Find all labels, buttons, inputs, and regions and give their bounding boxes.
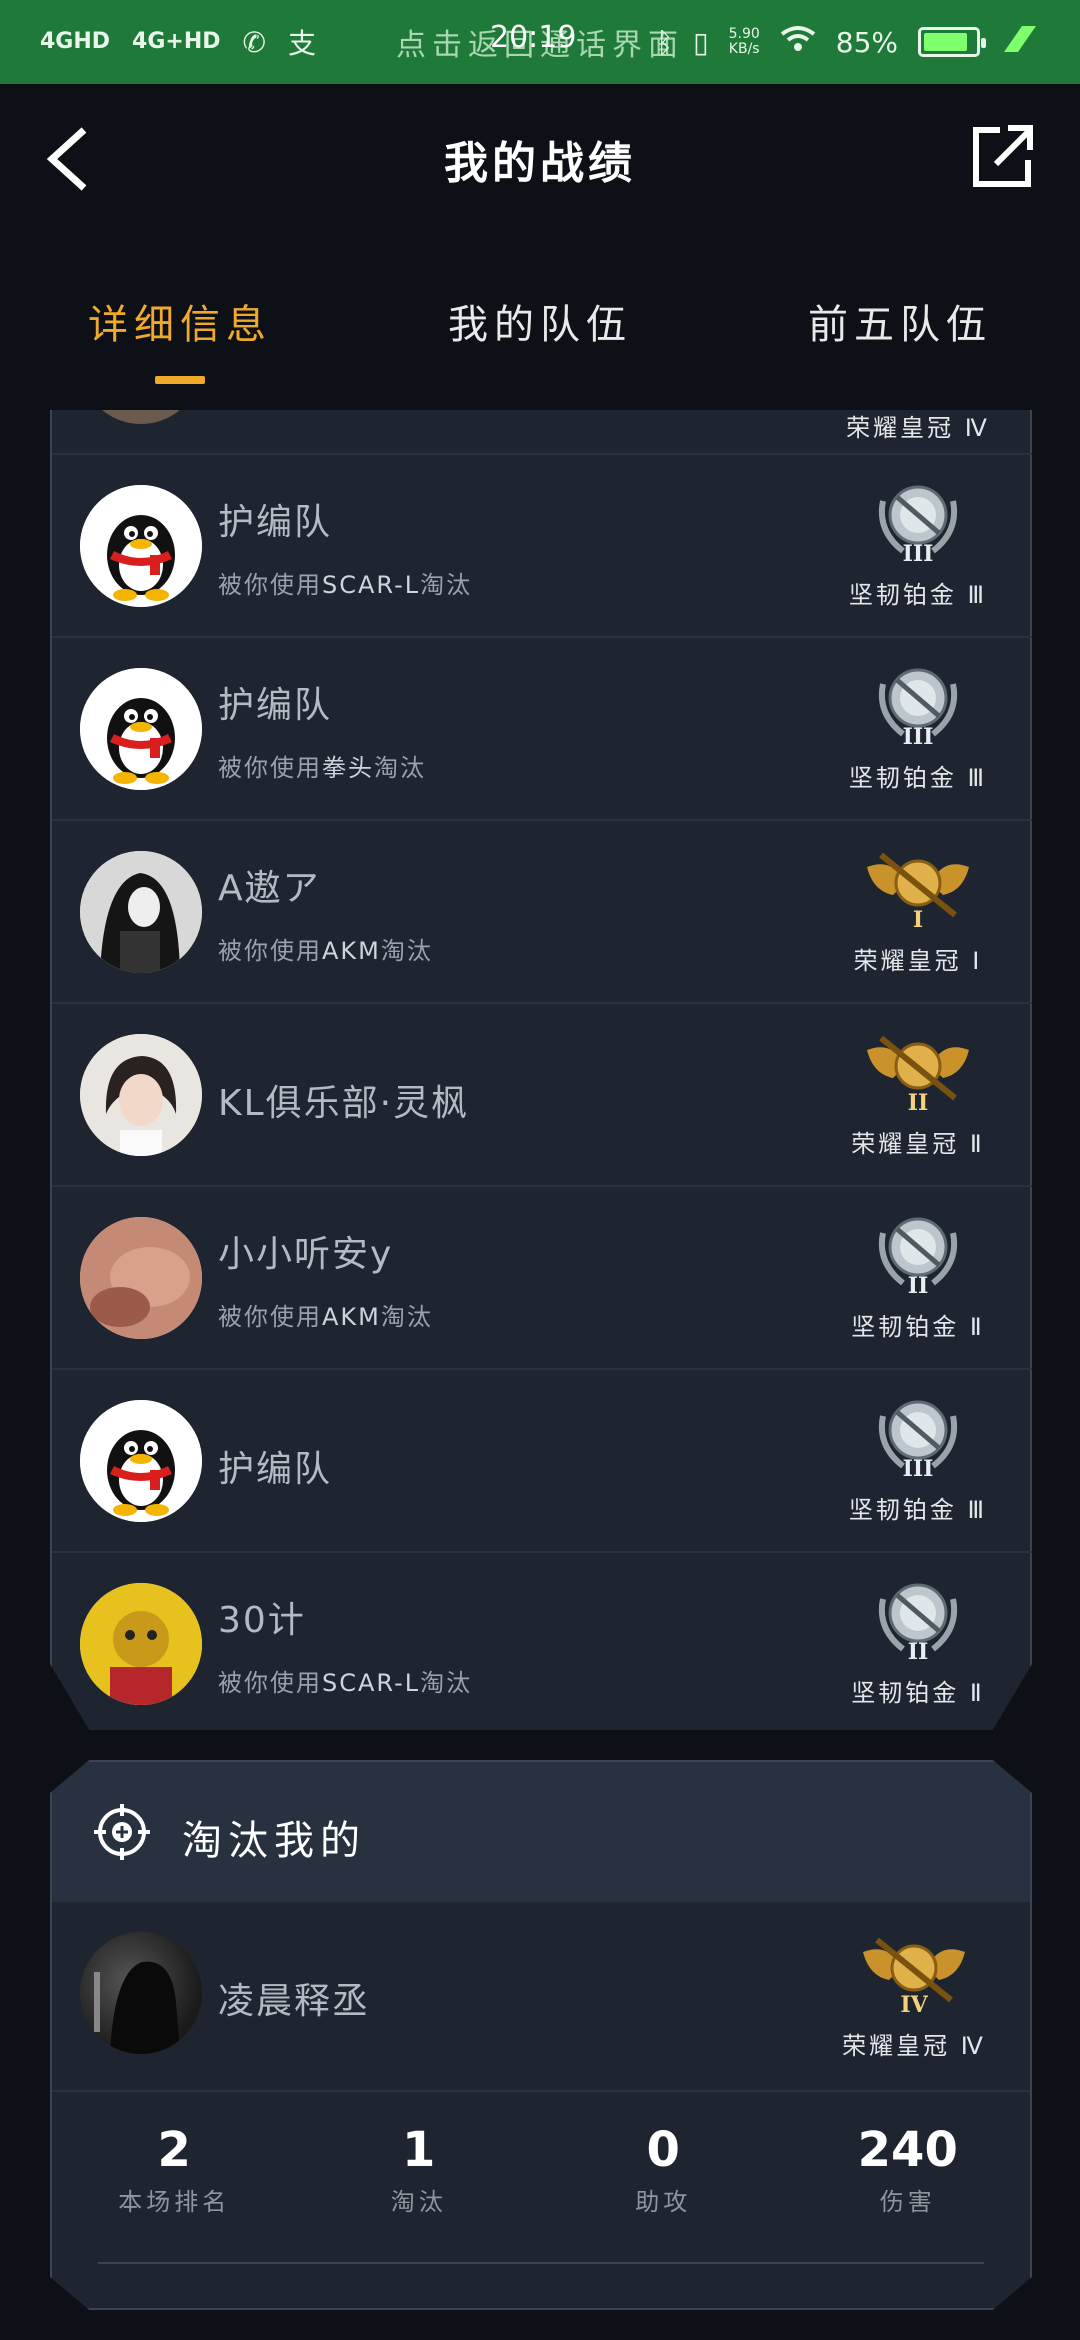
network-speed: 5.90 KB/s	[728, 26, 760, 57]
clock: 20:19	[490, 20, 577, 55]
list-item[interactable]: 护编队 III 坚韧铂金 Ⅲ	[52, 1370, 1032, 1553]
page-title: 我的战绩	[444, 138, 636, 189]
eliminated-by-header: 淘汰我的	[52, 1762, 1030, 1902]
rank-label: 荣耀皇冠 Ⅳ	[846, 414, 990, 442]
rank-label: 坚韧铂金 Ⅲ	[848, 581, 988, 609]
rank: III 坚韧铂金 Ⅲ	[838, 471, 998, 610]
rank: II 坚韧铂金 Ⅱ	[838, 1203, 998, 1342]
list-item[interactable]: 护编队被你使用拳头淘汰 III 坚韧铂金 Ⅲ	[52, 638, 1032, 821]
eliminated-by-title: 淘汰我的	[182, 1818, 366, 1864]
svg-text:II: II	[908, 1639, 929, 1665]
rank-label: 荣耀皇冠 Ⅱ	[851, 1130, 985, 1158]
rank: I 荣耀皇冠 Ⅰ	[838, 837, 998, 976]
crown-rank-badge-icon: I	[867, 852, 969, 933]
svg-text:III: III	[903, 541, 934, 567]
rank-label: 坚韧铂金 Ⅲ	[848, 764, 988, 792]
rank: II 荣耀皇冠 Ⅱ	[838, 1020, 998, 1159]
rank-label: 荣耀皇冠 Ⅰ	[853, 947, 983, 975]
avatar	[80, 1400, 202, 1522]
platinum-rank-badge-icon: III	[879, 668, 957, 750]
charging-icon	[1000, 24, 1040, 61]
back-icon[interactable]	[40, 124, 100, 194]
stat-damage: 240 伤害	[857, 2122, 958, 2216]
svg-text:I: I	[913, 907, 923, 933]
rank-label: 坚韧铂金 Ⅱ	[851, 1313, 985, 1341]
rank: II 坚韧铂金 Ⅱ	[838, 1569, 998, 1708]
wifi-icon	[780, 25, 816, 60]
avatar	[80, 668, 202, 790]
player-name: KL俱乐部·灵枫	[218, 1083, 470, 1124]
elimination-detail: 被你使用AKM淘汰	[218, 937, 433, 965]
battery-percent: 85%	[835, 25, 898, 59]
avatar	[80, 1217, 202, 1339]
eliminated-players-list[interactable]: 荣耀皇冠 Ⅳ 护编队 被你使用SCAR-L淘汰 III 坚韧铂金 Ⅲ 护编队 被你使用拳头…	[50, 410, 1032, 1730]
status-bar: 4GHD 4G+HD ✆ 支 点击返回通话界面 20:19 ᛒ ▯ 5.90 KB…	[0, 0, 1080, 84]
eliminated-by-panel: 淘汰我的 凌晨释丞 IV 荣耀皇冠 Ⅳ 2 本场排名 1 淘汰 0 助攻 240 伤害	[50, 1760, 1032, 2310]
svg-text:II: II	[908, 1090, 929, 1116]
avatar	[80, 1034, 202, 1156]
platinum-rank-badge-icon: III	[879, 485, 957, 567]
tab-top-five-teams[interactable]: 前五队伍	[720, 280, 1080, 390]
page-header: 我的战绩	[0, 84, 1080, 234]
killer-row[interactable]: 凌晨释丞 IV 荣耀皇冠 Ⅳ	[52, 1902, 1030, 2092]
rank-label: 坚韧铂金 Ⅲ	[848, 1496, 988, 1524]
avatar	[80, 485, 202, 607]
elimination-detail: 被你使用拳头淘汰	[218, 754, 426, 782]
platinum-rank-badge-icon: III	[879, 1400, 957, 1482]
player-name: 30计	[218, 1600, 306, 1641]
battery-icon	[918, 27, 986, 57]
avatar	[80, 1583, 202, 1705]
elimination-detail: 被你使用SCAR-L淘汰	[218, 1669, 473, 1697]
platinum-rank-badge-icon: II	[879, 1583, 957, 1665]
killer-name: 凌晨释丞	[218, 1981, 371, 2022]
avatar	[80, 1932, 202, 2054]
list-item[interactable]: 小小听安y 被你使用AKM淘汰 II 坚韧铂金 Ⅱ	[52, 1187, 1032, 1370]
crosshair-icon	[94, 1804, 150, 1860]
crown-rank-badge-icon: II	[867, 1035, 969, 1116]
share-icon[interactable]	[970, 122, 1036, 192]
player-name: 小小听安y	[218, 1234, 394, 1275]
list-item[interactable]: KL俱乐部·灵枫 II 荣耀皇冠 Ⅱ	[52, 1004, 1032, 1187]
list-item[interactable]: 护编队被你使用SCAR-L淘汰 III 坚韧铂金 Ⅲ	[52, 455, 1032, 638]
rank-label: 荣耀皇冠 Ⅳ	[842, 2032, 986, 2060]
vibrate-icon: ▯	[693, 25, 709, 59]
player-name: 护编队	[218, 685, 333, 726]
tab-details[interactable]: 详细信息	[0, 280, 360, 390]
player-name: A遨ア	[218, 868, 321, 909]
divider	[98, 2262, 984, 2264]
rank: III 坚韧铂金 Ⅲ	[838, 1386, 998, 1525]
list-item[interactable]: A遨ア被你使用AKM淘汰 I 荣耀皇冠 Ⅰ	[52, 821, 1032, 1004]
svg-text:III: III	[903, 724, 934, 750]
avatar	[80, 851, 202, 973]
crown-rank-badge-icon: IV	[863, 1937, 965, 2018]
svg-text:IV: IV	[900, 1992, 928, 2018]
platinum-rank-badge-icon: II	[879, 1217, 957, 1299]
stat-rank: 2 本场排名	[118, 2122, 231, 2216]
rank: III 坚韧铂金 Ⅲ	[838, 654, 998, 793]
elimination-detail: 被你使用AKM淘汰	[218, 1303, 433, 1331]
player-name: 护编队	[218, 1449, 333, 1490]
list-item[interactable]: 30计被你使用SCAR-L淘汰 II 坚韧铂金 Ⅱ	[52, 1553, 1032, 1730]
elimination-detail: 被你使用SCAR-L淘汰	[218, 571, 473, 599]
bluetooth-icon: ᛒ	[656, 25, 674, 59]
svg-text:III: III	[903, 1456, 934, 1482]
match-stats: 2 本场排名 1 淘汰 0 助攻 240 伤害	[52, 2122, 1030, 2217]
tab-bar: 详细信息 我的队伍 前五队伍	[0, 280, 1080, 390]
rank-label: 坚韧铂金 Ⅱ	[851, 1679, 985, 1707]
tab-my-team[interactable]: 我的队伍	[360, 280, 720, 390]
stat-assists: 0 助攻	[635, 2122, 692, 2216]
svg-text:II: II	[908, 1273, 929, 1299]
player-name: 护编队	[218, 502, 333, 543]
stat-kills: 1 淘汰	[390, 2122, 447, 2216]
